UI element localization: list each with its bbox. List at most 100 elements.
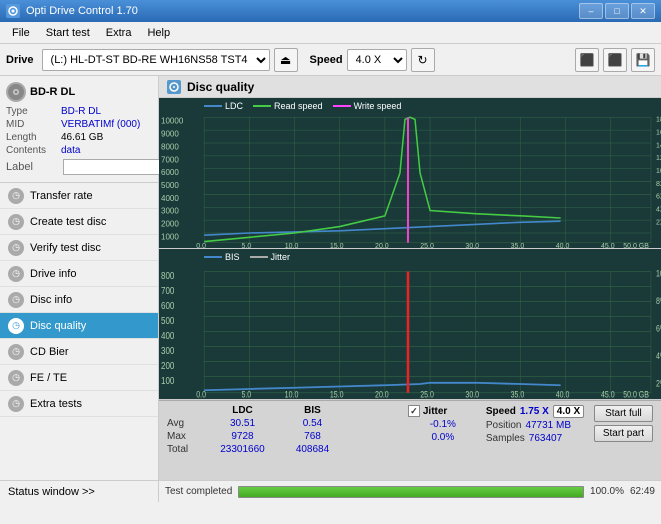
svg-text:50.0 GB: 50.0 GB [623,241,649,248]
title-bar: Opti Drive Control 1.70 – □ ✕ [0,0,661,22]
status-window-button[interactable]: Status window >> [0,480,158,502]
jitter-avg: -0.1% [408,419,478,430]
nav-disc-quality-label: Disc quality [30,320,86,332]
speed-label: Speed [486,406,516,417]
chart1-legend: LDC Read speed Write speed [204,101,401,111]
menu-help[interactable]: Help [139,25,178,41]
svg-text:800: 800 [161,270,174,281]
svg-text:15.0: 15.0 [330,241,344,248]
content-area: Disc quality LDC Read speed [159,76,661,502]
svg-text:15.0: 15.0 [330,390,344,399]
drive-select[interactable]: (L:) HL-DT-ST BD-RE WH16NS58 TST4 [42,49,270,71]
jitter-checkbox[interactable] [408,405,420,417]
chart2-legend: BIS Jitter [204,252,290,262]
minimize-button[interactable]: – [579,3,603,19]
chart2-container: BIS Jitter 800 700 600 500 400 [159,249,661,400]
verify-test-disc-icon: ◷ [8,240,24,256]
stats-bar: LDC BIS Avg 30.51 0.54 Max 9728 768 [159,400,661,480]
nav-verify-test-disc[interactable]: ◷ Verify test disc [0,235,158,261]
svg-text:45.0: 45.0 [601,390,615,399]
disc-icon [6,82,26,102]
stats-total-bis: 408684 [280,444,345,455]
jitter-legend-color [250,256,268,258]
refresh-button[interactable]: ↻ [411,48,435,72]
svg-text:25.0: 25.0 [420,241,434,248]
svg-text:700: 700 [161,285,174,296]
svg-text:40.0: 40.0 [556,390,570,399]
svg-text:10000: 10000 [161,115,184,125]
svg-text:12X: 12X [656,153,661,162]
disc-length-value: 46.61 GB [61,132,103,143]
disc-info-icon: ◷ [8,292,24,308]
jitter-column: Jitter -0.1% 0.0% [408,405,478,445]
disc-quality-title: Disc quality [187,80,254,94]
svg-text:10.0: 10.0 [285,390,299,399]
nav-disc-info[interactable]: ◷ Disc info [0,287,158,313]
svg-text:5.0: 5.0 [241,241,251,248]
write-speed-legend-label: Write speed [354,101,402,111]
svg-text:0.0: 0.0 [196,241,206,248]
drive-label: Drive [6,54,34,66]
sidebar: BD-R DL Type BD-R DL MID VERBATIMf (000)… [0,76,159,502]
nav-fe-te[interactable]: ◷ FE / TE [0,365,158,391]
write-speed-legend-color [333,105,351,107]
jitter-header: Jitter [408,405,478,417]
nav-transfer-rate[interactable]: ◷ Transfer rate [0,183,158,209]
start-full-button[interactable]: Start full [594,405,653,422]
maximize-button[interactable]: □ [605,3,629,19]
charts-area: LDC Read speed Write speed [159,98,661,400]
svg-text:2X: 2X [656,217,661,226]
nav-disc-quality[interactable]: ◷ Disc quality [0,313,158,339]
disc-type-value: BD-R DL [61,106,101,117]
settings-button1[interactable]: ⬛ [575,48,599,72]
menu-file[interactable]: File [4,25,38,41]
stats-max-row: Max 9728 768 [167,431,404,442]
menu-start-test[interactable]: Start test [38,25,98,41]
nav-extra-tests[interactable]: ◷ Extra tests [0,391,158,417]
svg-text:30.0: 30.0 [465,241,479,248]
speed-select[interactable]: 4.0 X 1.0 X 2.0 X 6.0 X 8.0 X [347,49,407,71]
svg-text:20.0: 20.0 [375,241,389,248]
disc-quality-icon: ◷ [8,318,24,334]
svg-text:50.0 GB: 50.0 GB [623,390,649,399]
legend-write-speed: Write speed [333,101,402,111]
svg-text:35.0: 35.0 [511,241,525,248]
stats-avg-row: Avg 30.51 0.54 [167,418,404,429]
stats-max-ldc: 9728 [205,431,280,442]
menu-extra[interactable]: Extra [98,25,140,41]
speed-row: Speed 1.75 X 4.0 X [486,405,586,418]
nav-cd-bier[interactable]: ◷ CD Bier [0,339,158,365]
nav-items: ◷ Transfer rate ◷ Create test disc ◷ Ver… [0,183,158,480]
svg-text:25.0: 25.0 [420,390,434,399]
speed-position-column: Speed 1.75 X 4.0 X Position 47731 MB Sam… [486,405,586,444]
svg-text:5.0: 5.0 [241,390,251,399]
disc-info-panel: BD-R DL Type BD-R DL MID VERBATIMf (000)… [0,76,158,183]
close-button[interactable]: ✕ [631,3,655,19]
nav-create-test-disc[interactable]: ◷ Create test disc [0,209,158,235]
stats-bis-header: BIS [280,405,345,416]
disc-type-label: Type [6,106,61,117]
status-window-label: Status window >> [8,486,95,498]
toolbar: Drive (L:) HL-DT-ST BD-RE WH16NS58 TST4 … [0,44,661,76]
action-buttons: Start full Start part [594,405,653,442]
svg-text:20.0: 20.0 [375,390,389,399]
bottom-status-bar: Test completed 100.0% 62:49 [159,480,661,502]
save-button[interactable]: 💾 [631,48,655,72]
title-controls: – □ ✕ [579,3,655,19]
disc-type-row: Type BD-R DL [6,106,152,117]
bis-legend-label: BIS [225,252,240,262]
nav-drive-info[interactable]: ◷ Drive info [0,261,158,287]
nav-transfer-rate-label: Transfer rate [30,190,93,202]
svg-text:100: 100 [161,375,174,386]
elapsed-time: 62:49 [630,486,655,497]
settings-button2[interactable]: ⬛ [603,48,627,72]
progress-bar-fill [239,487,583,497]
status-text: Test completed [165,486,232,497]
start-part-button[interactable]: Start part [594,425,653,442]
disc-contents-label: Contents [6,145,61,156]
svg-text:6%: 6% [656,324,661,334]
svg-text:40.0: 40.0 [556,241,570,248]
drive-info-icon: ◷ [8,266,24,282]
speed-box: 4.0 X [553,405,584,418]
eject-button[interactable]: ⏏ [274,48,298,72]
